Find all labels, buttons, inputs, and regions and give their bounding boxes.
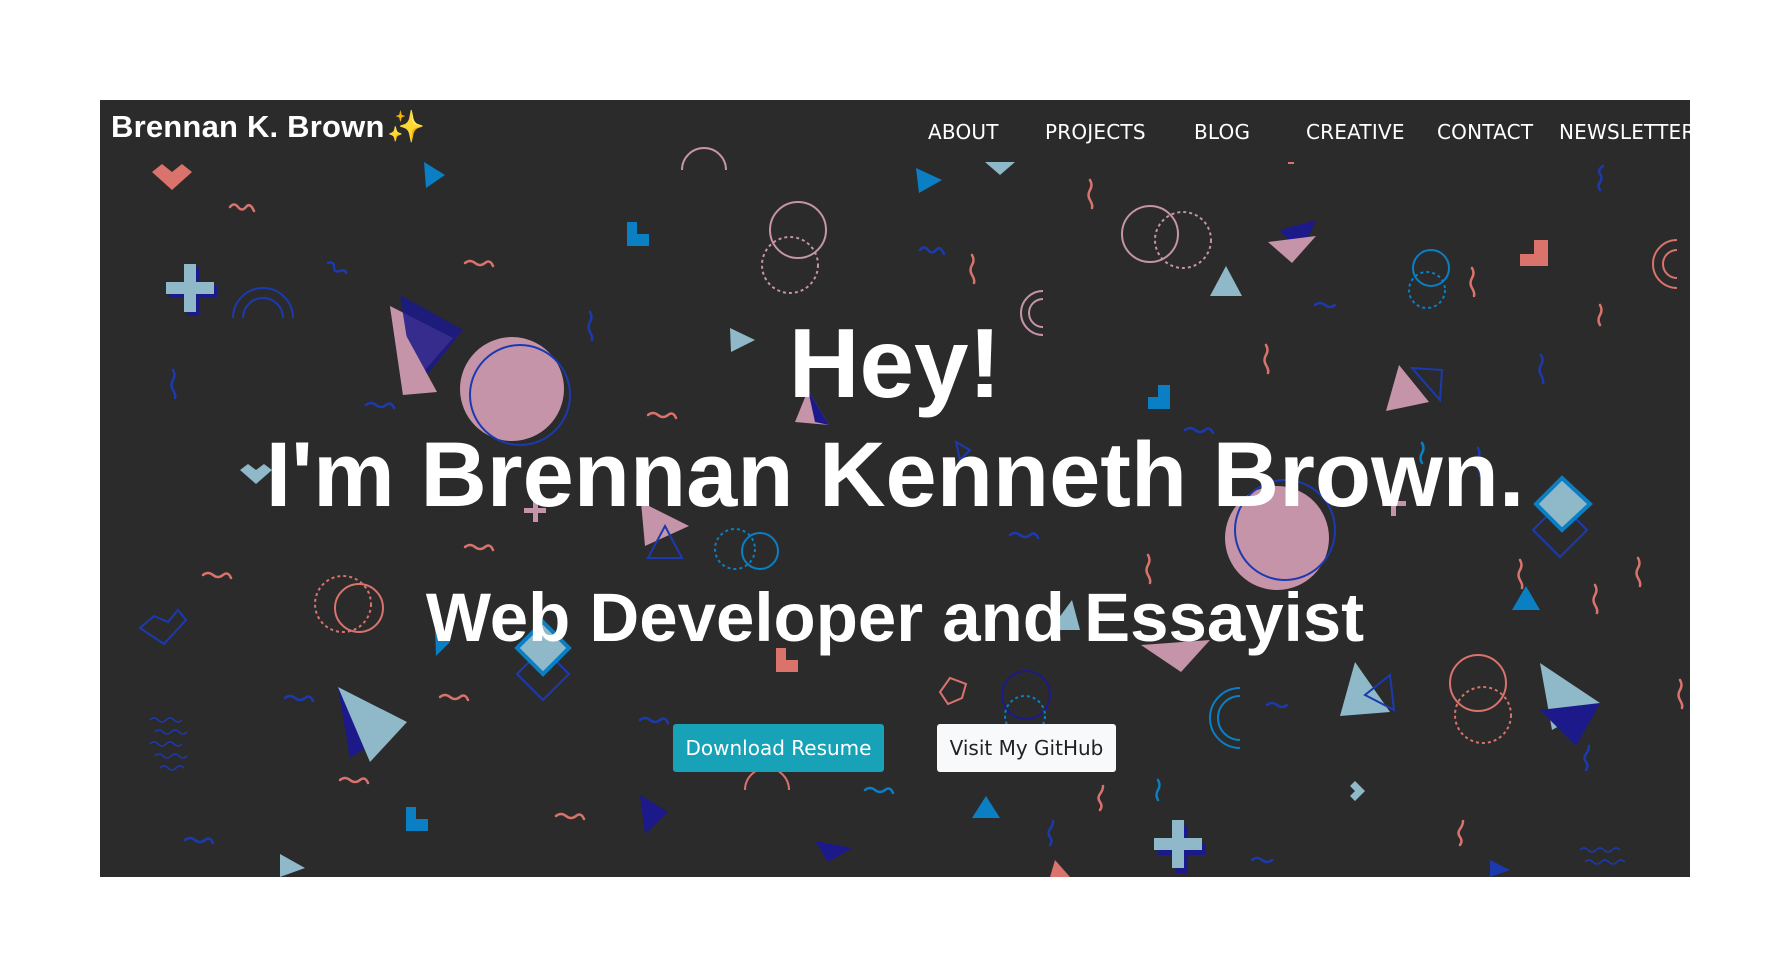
pattern-chevron	[938, 676, 968, 706]
nav-link-creative[interactable]: CREATIVE	[1306, 120, 1405, 144]
pattern-chevron	[152, 164, 192, 190]
pattern-ring	[1001, 670, 1051, 720]
pattern-cross	[1154, 820, 1202, 868]
hero-name-heading: I'm Brennan Kenneth Brown.	[265, 424, 1525, 526]
nav-link-newsletter[interactable]: NEWSLETTER	[1559, 120, 1690, 144]
brand-logo[interactable]: Brennan K. Brown✨	[111, 108, 425, 145]
nav-link-projects[interactable]: PROJECTS	[1045, 120, 1146, 144]
pattern-triangle	[1340, 662, 1390, 716]
download-resume-button[interactable]: Download Resume	[673, 724, 884, 772]
hero-section: Brennan K. Brown✨ ABOUT PROJECTS BLOG CR…	[100, 100, 1690, 877]
pattern-triangle	[1268, 236, 1316, 263]
nav-link-about[interactable]: ABOUT	[928, 120, 999, 144]
pattern-ring	[714, 528, 756, 570]
pattern-stair	[1350, 781, 1365, 801]
nav-link-blog[interactable]: BLOG	[1194, 120, 1250, 144]
pattern-stair	[1520, 240, 1548, 266]
pattern-ring	[1449, 654, 1507, 712]
pattern-triangle	[280, 854, 305, 877]
pattern-cross	[166, 264, 214, 312]
pattern-triangle	[1050, 860, 1070, 877]
pattern-arc	[1662, 249, 1678, 279]
pattern-triangle	[1490, 860, 1510, 877]
pattern-triangle	[985, 162, 1015, 175]
pattern-arc	[1652, 239, 1678, 289]
pattern-triangle	[916, 168, 942, 193]
pattern-dash	[1288, 162, 1294, 164]
navbar: Brennan K. Brown✨ ABOUT PROJECTS BLOG CR…	[100, 100, 1690, 162]
pattern-ring	[761, 236, 819, 294]
pattern-triangle	[640, 795, 668, 834]
sparkles-icon: ✨	[386, 109, 426, 144]
pattern-triangle	[972, 796, 1000, 818]
pattern-triangle	[424, 162, 445, 188]
pattern-triangle	[815, 841, 852, 862]
pattern-triangle	[1210, 266, 1242, 296]
pattern-ring	[769, 201, 827, 259]
pattern-triangle	[1540, 703, 1600, 746]
nav-link-contact[interactable]: CONTACT	[1437, 120, 1533, 144]
visit-github-button[interactable]: Visit My GitHub	[937, 724, 1116, 772]
hero-greeting: Hey!	[788, 308, 1002, 418]
pattern-ring	[741, 532, 779, 570]
pattern-stair	[406, 807, 428, 831]
pattern-stair	[627, 222, 649, 246]
brand-name: Brennan K. Brown	[111, 109, 385, 144]
pattern-ring	[1121, 205, 1179, 263]
hero-subtitle: Web Developer and Essayist	[425, 579, 1365, 656]
pattern-ring	[1408, 271, 1446, 309]
pattern-arc	[1217, 695, 1241, 741]
pattern-ring	[1412, 249, 1450, 287]
